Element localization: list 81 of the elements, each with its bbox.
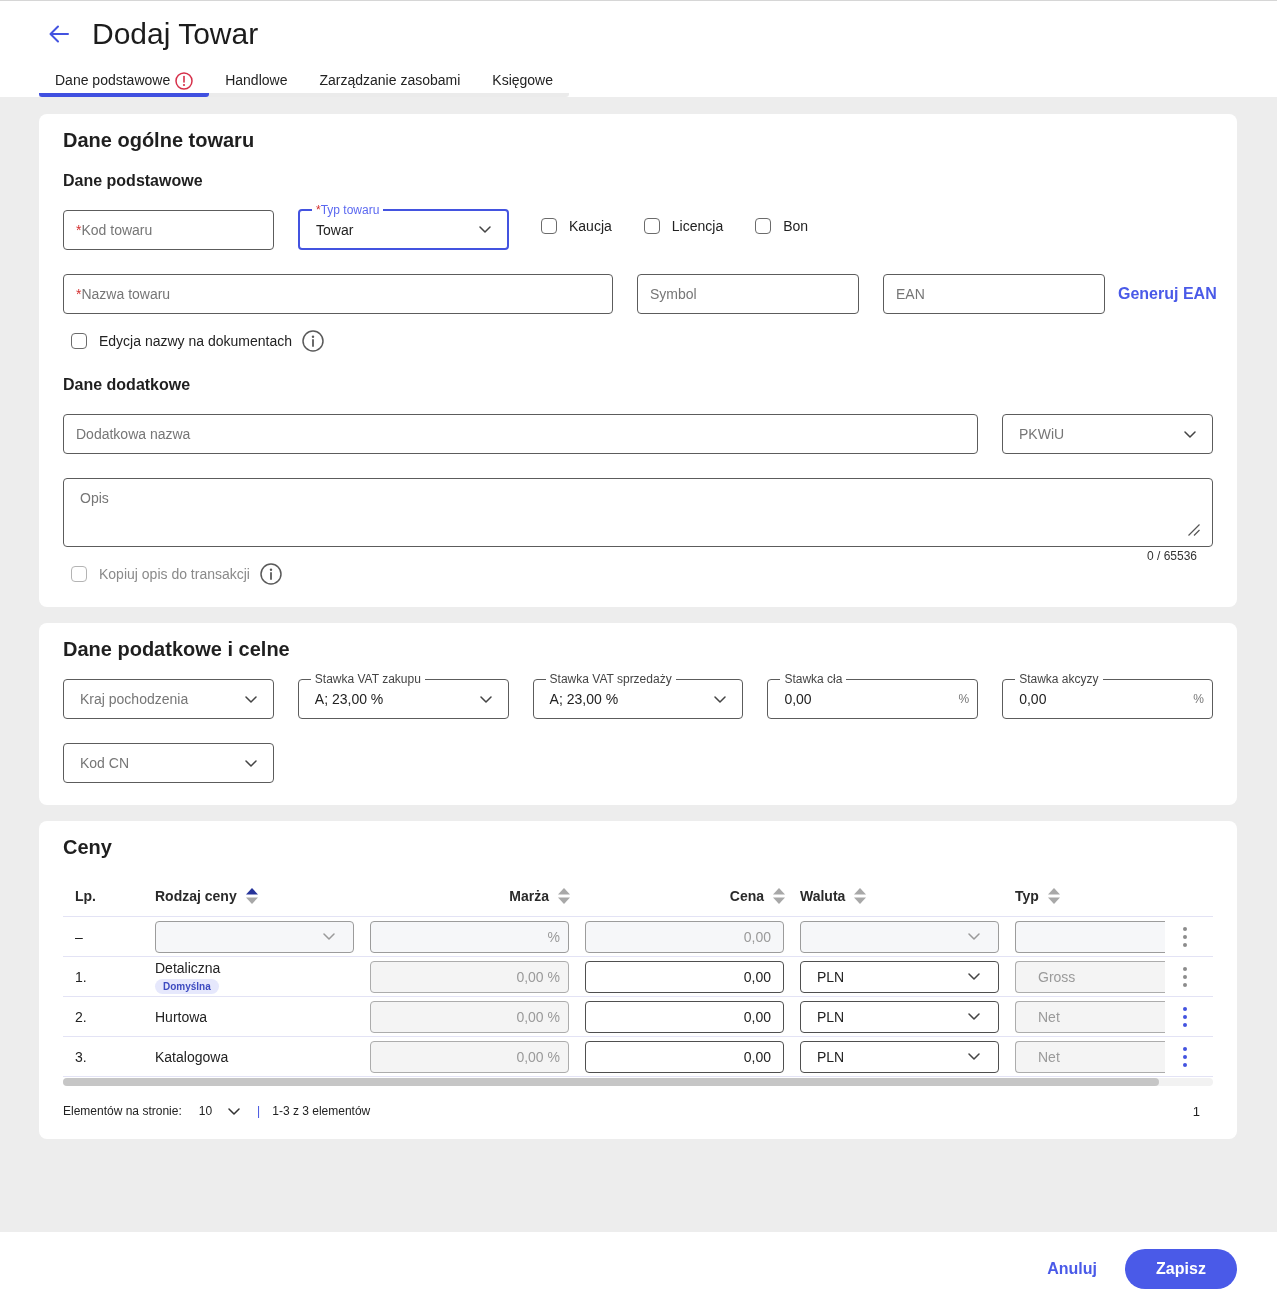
chevron-down-icon (714, 695, 727, 703)
text-field[interactable]: *Kod towaru (63, 210, 274, 250)
checkbox[interactable] (541, 218, 557, 234)
page-size-label: Elementów na stronie: (63, 1104, 182, 1118)
chevron-down-icon (968, 973, 980, 980)
column-header[interactable]: Waluta (800, 888, 1015, 904)
dropdown-field[interactable]: Kod CN (63, 743, 274, 783)
text-field[interactable]: Stawka akcyzy 0,00 % (1002, 672, 1213, 719)
column-header[interactable]: Typ (1015, 888, 1165, 904)
checkbox-label: Licencja (671, 218, 724, 234)
chevron-down-icon (479, 695, 492, 703)
chevron-down-icon (244, 759, 257, 767)
checkbox[interactable] (71, 333, 87, 349)
save-button[interactable]: Zapisz (1125, 1249, 1237, 1289)
table-cell: 1. (75, 968, 87, 985)
checkbox-label: Bon (783, 218, 809, 234)
info-icon[interactable] (302, 330, 324, 352)
chevron-down-icon (1184, 430, 1196, 438)
chevron-down-icon (228, 1107, 241, 1115)
dropdown-field[interactable]: Stawka VAT sprzedaży A; 23,00 % (532, 672, 744, 719)
column-header[interactable]: Rodzaj ceny (155, 888, 370, 904)
table-cell: – (75, 928, 83, 945)
tab[interactable]: Zarządzanie zasobami (303, 66, 477, 97)
table-cell: Katalogowa (155, 1048, 229, 1065)
section-title: Dane podatkowe i celne (63, 637, 291, 662)
cancel-button[interactable]: Anuluj (1047, 1260, 1097, 1278)
text-field[interactable]: 0,00 (585, 1040, 784, 1073)
column-header[interactable]: Cena (585, 888, 800, 904)
pagination-range: 1-3 z 3 elementów (272, 1104, 371, 1118)
dropdown-field[interactable] (800, 920, 999, 953)
page-title: Dodaj Towar (92, 16, 259, 52)
section-subtitle: Dane podstawowe (63, 171, 204, 191)
page-size-dropdown[interactable]: 10 (198, 1104, 241, 1118)
text-field[interactable]: 0,00 (585, 1000, 784, 1033)
column-header[interactable]: Marża (370, 888, 585, 904)
dropdown-field[interactable]: Stawka VAT zakupu A; 23,00 % (297, 672, 509, 719)
text-field[interactable]: 0,00 (585, 960, 784, 993)
chevron-down-icon (323, 933, 335, 940)
section-subtitle: Dane dodatkowe (63, 375, 192, 395)
dropdown-field[interactable]: *Typ towaru Towar (298, 203, 509, 250)
dropdown-field[interactable]: Kraj pochodzenia (63, 679, 274, 719)
section-title: Dane ogólne towaru (63, 128, 256, 153)
more-vertical-icon[interactable] (1183, 1006, 1187, 1027)
textarea-field[interactable]: Opis (63, 478, 1213, 547)
dropdown-field[interactable]: PKWiU (1002, 414, 1213, 454)
checkbox-label: Kopiuj opis do transakcji (99, 566, 250, 582)
table-cell: 2. (75, 1008, 87, 1025)
table-cell: Hurtowa (155, 1008, 208, 1025)
pagination-separator: | (257, 1104, 261, 1118)
chevron-down-icon (244, 695, 257, 703)
checkbox-label: Kaucja (569, 218, 612, 234)
dropdown-field[interactable]: PLN (800, 1040, 999, 1073)
tab[interactable]: Handlowe (209, 66, 304, 97)
chevron-down-icon (479, 226, 491, 233)
table-cell: 3. (75, 1048, 87, 1065)
text-field[interactable]: Symbol (637, 274, 859, 314)
table-cell: Detaliczna (155, 959, 221, 976)
text-field[interactable] (1015, 920, 1165, 953)
checkbox[interactable] (755, 218, 772, 234)
column-header: Lp. (74, 888, 97, 904)
chevron-down-icon (968, 933, 980, 940)
generate-ean-link[interactable]: Generuj EAN (1118, 285, 1217, 303)
tag: Domyślna (155, 978, 219, 994)
chevron-down-icon (968, 1053, 980, 1060)
page-number[interactable]: 1 (1192, 1103, 1200, 1119)
text-field[interactable]: Dodatkowa nazwa (63, 414, 978, 454)
resize-handle-icon[interactable] (1188, 524, 1200, 536)
tab[interactable]: Księgowe (476, 66, 569, 97)
checkbox-label: Edycja nazwy na dokumentach (99, 333, 292, 349)
dropdown-field[interactable] (155, 920, 354, 953)
text-field[interactable]: *Nazwa towaru (63, 274, 613, 314)
section-title: Ceny (63, 835, 113, 860)
chevron-down-icon (968, 1013, 980, 1020)
dropdown-field[interactable]: PLN (800, 1000, 999, 1033)
back-arrow-icon[interactable] (49, 25, 69, 43)
text-field[interactable]: Stawka cła 0,00 % (767, 672, 979, 719)
text-field[interactable]: EAN (883, 274, 1105, 314)
more-vertical-icon[interactable] (1183, 1046, 1187, 1067)
character-counter: 0 / 65536 (1145, 549, 1198, 563)
dropdown-field[interactable]: PLN (800, 960, 999, 993)
checkbox[interactable] (643, 218, 660, 234)
